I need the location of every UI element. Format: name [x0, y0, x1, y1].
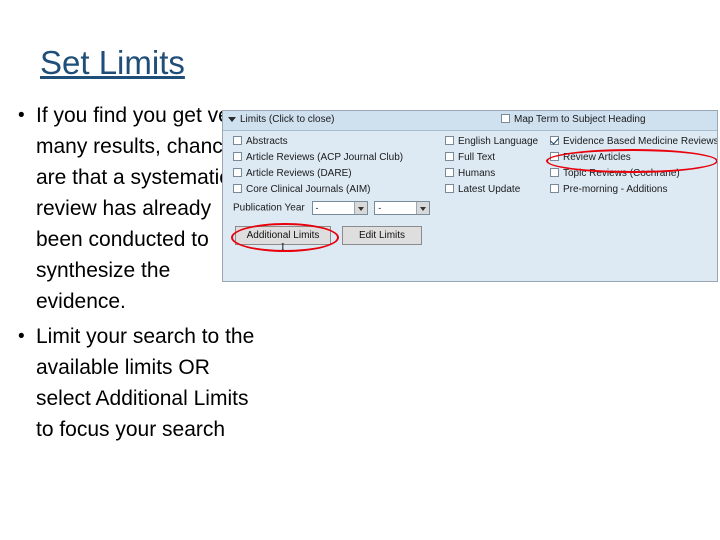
checkbox-core-clinical-journals[interactable] [233, 184, 242, 193]
limit-option-label: English Language [458, 136, 539, 147]
limit-option-label: Article Reviews (DARE) [246, 168, 352, 179]
limits-label: Limits (Click to close) [240, 114, 335, 125]
edit-limits-button[interactable]: Edit Limits [342, 226, 422, 245]
triangle-down-icon [228, 116, 236, 122]
checkbox-acp-journal-club[interactable] [233, 152, 242, 161]
list-item: • Limit your search to the available lim… [10, 321, 260, 445]
limits-column-1: Abstracts Article Reviews (ACP Journal C… [233, 135, 448, 199]
publication-year-to-value: - [378, 203, 382, 213]
limits-panel-screenshot: Limits (Click to close) Map Term to Subj… [222, 110, 718, 282]
limit-option-label: Topic Reviews (Cochrane) [563, 168, 680, 179]
limit-option-label: Full Text [458, 152, 496, 163]
checkbox-topic-reviews-cochrane[interactable] [550, 168, 559, 177]
limit-option-humans[interactable]: Humans [445, 167, 555, 183]
limit-option-review-articles[interactable]: Review Articles [550, 151, 717, 167]
publication-year-from-select[interactable]: - [311, 201, 368, 215]
limit-option-english-language[interactable]: English Language [445, 135, 555, 151]
checkbox-english-language[interactable] [445, 136, 454, 145]
limit-option-topic-reviews-cochrane[interactable]: Topic Reviews (Cochrane) [550, 167, 717, 183]
limit-option-abstracts[interactable]: Abstracts [233, 135, 448, 151]
checkbox-full-text[interactable] [445, 152, 454, 161]
limits-panel-body: Abstracts Article Reviews (ACP Journal C… [223, 131, 718, 281]
limit-option-label: Core Clinical Journals (AIM) [246, 184, 371, 195]
limit-option-label: Review Articles [563, 152, 631, 163]
limit-option-pre-morning-additions[interactable]: Pre-morning - Additions [550, 183, 717, 199]
limit-option-core-clinical-journals[interactable]: Core Clinical Journals (AIM) [233, 183, 448, 199]
publication-year-from-value: - [315, 203, 319, 213]
checkbox-humans[interactable] [445, 168, 454, 177]
page-title: Set Limits [40, 44, 185, 81]
limit-option-label: Latest Update [458, 184, 521, 195]
limit-option-dare[interactable]: Article Reviews (DARE) [233, 167, 448, 183]
chevron-down-icon[interactable] [416, 202, 430, 214]
list-item-text: Limit your search to the available limit… [36, 325, 255, 441]
limit-option-label: Evidence Based Medicine Reviews [563, 136, 718, 147]
text-cursor-icon: I [281, 241, 285, 253]
checkbox-abstracts[interactable] [233, 136, 242, 145]
limit-option-label: Article Reviews (ACP Journal Club) [246, 152, 404, 163]
map-term-label: Map Term to Subject Heading [514, 114, 646, 125]
limits-panel-header: Limits (Click to close) Map Term to Subj… [223, 111, 717, 131]
checkbox-pre-morning-additions[interactable] [550, 184, 559, 193]
checkbox-dare[interactable] [233, 168, 242, 177]
limit-option-label: Abstracts [246, 136, 288, 147]
limits-column-3: Evidence Based Medicine Reviews Review A… [550, 135, 718, 199]
limits-toggle[interactable]: Limits (Click to close) [228, 114, 334, 125]
publication-year-label: Publication Year [233, 202, 305, 214]
checkbox-map-term[interactable] [501, 114, 510, 123]
bullet-marker: • [18, 105, 25, 126]
limit-option-acp-journal-club[interactable]: Article Reviews (ACP Journal Club) [233, 151, 448, 167]
limit-option-latest-update[interactable]: Latest Update [445, 183, 555, 199]
limit-option-label: Pre-morning - Additions [563, 184, 668, 195]
limits-column-2: English Language Full Text Humans Latest… [445, 135, 555, 199]
checkbox-latest-update[interactable] [445, 184, 454, 193]
slide-canvas: Set Limits • If you find you get very ma… [0, 0, 720, 540]
publication-year-to-select[interactable]: - [374, 201, 431, 215]
map-term-to-subject-heading-option[interactable]: Map Term to Subject Heading [501, 114, 646, 125]
limit-option-label: Humans [458, 168, 496, 179]
checkbox-ebm-reviews[interactable] [550, 136, 559, 145]
checkbox-review-articles[interactable] [550, 152, 559, 161]
limit-option-full-text[interactable]: Full Text [445, 151, 555, 167]
publication-year-row: Publication Year - - [233, 201, 431, 215]
bullet-marker: • [18, 326, 25, 347]
chevron-down-icon[interactable] [353, 202, 367, 214]
limit-option-ebm-reviews[interactable]: Evidence Based Medicine Reviews [550, 135, 718, 151]
